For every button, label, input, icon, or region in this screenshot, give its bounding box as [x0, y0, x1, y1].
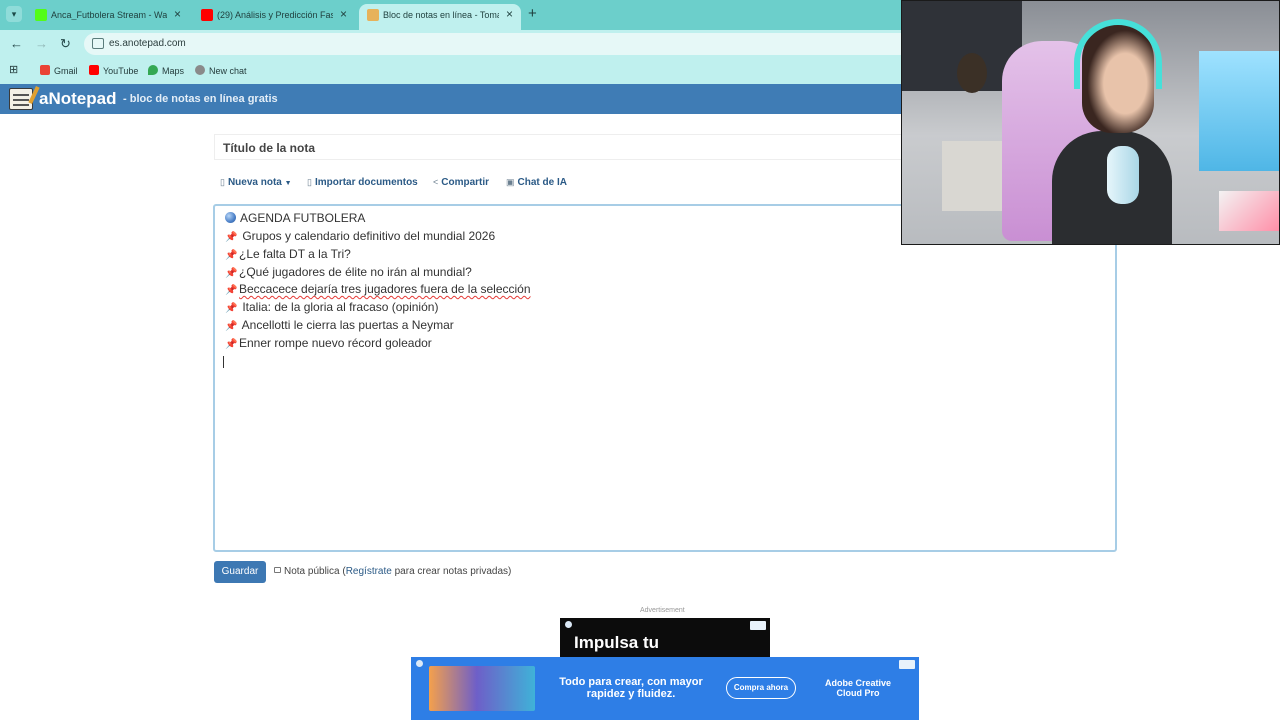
share-icon: < [433, 177, 439, 187]
site-info-icon[interactable] [92, 38, 104, 49]
webcam-figure [957, 53, 987, 93]
note-item-text: Italia: de la gloria al fracaso (opinión… [239, 300, 439, 314]
bookmark-label: YouTube [103, 66, 139, 76]
note-heading-line: AGENDA FUTBOLERA [225, 211, 365, 225]
robot-icon: ▣ [506, 177, 515, 187]
pushpin-icon: 📌 [225, 250, 238, 261]
ad-banner-small[interactable]: Impulsa tu [560, 618, 770, 658]
pushpin-icon: 📌 [225, 285, 238, 296]
tab-search-dropdown-icon[interactable]: ▾ [6, 6, 22, 22]
notepad-logo-icon[interactable] [9, 88, 33, 110]
public-note-suffix: para crear notas privadas) [391, 566, 512, 577]
pushpin-icon: 📌 [225, 303, 238, 314]
public-note-prefix: Nota pública ( [284, 566, 346, 577]
youtube-favicon-icon [201, 9, 213, 21]
note-item: 📌 ¿Le falta DT a la Tri? [225, 247, 351, 261]
advertisement-label: Advertisement [640, 607, 685, 614]
import-documents-label: Importar documentos [314, 177, 418, 188]
ad-small-text: Impulsa tu [574, 633, 660, 652]
bookmark-youtube[interactable]: YouTube [89, 65, 138, 76]
note-item-text: Ancellotti le cierra las puertas a Neyma… [239, 318, 454, 332]
chat-icon [195, 65, 205, 75]
note-item: 📌 Enner rompe nuevo récord goleador [225, 336, 432, 350]
import-documents-button[interactable]: ▯ Importar documentos [307, 177, 418, 188]
ad-image [429, 666, 535, 711]
site-brand[interactable]: aNotepad [39, 89, 116, 109]
bookmark-new-chat[interactable]: New chat [195, 65, 247, 76]
new-tab-button[interactable]: + [528, 5, 537, 22]
note-editor-textarea[interactable]: AGENDA FUTBOLERA 📌 Grupos y calendario d… [213, 204, 1117, 552]
webcam-overlay [901, 0, 1280, 245]
ai-chat-button[interactable]: ▣ Chat de IA [506, 177, 567, 188]
note-item-text: ¿Qué jugadores de élite no irán al mundi… [239, 265, 472, 279]
site-tagline: - bloc de notas en línea gratis [123, 93, 278, 105]
ai-chat-label: Chat de IA [517, 177, 567, 188]
note-item: 📌 Grupos y calendario definitivo del mun… [225, 229, 495, 243]
webcam-monitor [1199, 51, 1279, 171]
bookmark-gmail[interactable]: Gmail [40, 65, 78, 76]
new-note-dropdown[interactable]: ▯ Nueva nota ▼ [220, 177, 292, 188]
unlock-icon [274, 567, 281, 573]
maps-pin-icon [148, 65, 158, 75]
tab-close-icon[interactable]: × [174, 7, 181, 21]
ad-brand: Adobe Creative Cloud Pro [824, 678, 892, 698]
share-button[interactable]: < Compartir [433, 177, 489, 188]
note-item-text: Grupos y calendario definitivo del mundi… [239, 229, 496, 243]
reload-icon[interactable]: ↻ [60, 36, 71, 52]
new-note-label: Nueva nota [227, 177, 282, 188]
note-item: 📌 ¿Qué jugadores de élite no irán al mund… [225, 265, 472, 279]
ad-info-icon[interactable] [565, 621, 572, 628]
register-link[interactable]: Regístrate [346, 566, 392, 577]
note-item: 📌 Italia: de la gloria al fracaso (opini… [225, 300, 438, 314]
ad-info-icon[interactable] [416, 660, 423, 667]
share-label: Compartir [441, 177, 490, 188]
note-item: 📌 Ancellotti le cierra las puertas a Ney… [225, 318, 454, 332]
tab-label: (29) Análisis y Predicción Fase de [217, 10, 333, 20]
url-omnibox[interactable]: es.anotepad.com [84, 33, 984, 55]
pushpin-icon: 📌 [225, 268, 238, 279]
public-note-notice: Nota pública (Regístrate para crear nota… [274, 566, 511, 577]
youtube-icon [89, 65, 99, 75]
tab-youtube[interactable]: (29) Análisis y Predicción Fase de × [193, 4, 355, 30]
tab-label: Anca_Futbolera Stream - Watch [51, 10, 167, 20]
kick-favicon-icon [35, 9, 47, 21]
document-icon: ▯ [220, 177, 225, 187]
webcam-microphone [1107, 146, 1139, 204]
ad-choices-icon[interactable] [750, 621, 766, 630]
note-item-text: Enner rompe nuevo récord goleador [239, 336, 432, 350]
bookmark-label: Maps [162, 66, 185, 76]
bookmark-label: Gmail [54, 66, 78, 76]
globe-icon [225, 212, 236, 223]
tab-label: Bloc de notas en línea - Toma y [383, 10, 499, 20]
pushpin-icon: 📌 [225, 339, 238, 350]
text-cursor [223, 356, 224, 368]
tab-close-icon[interactable]: × [506, 7, 513, 21]
url-text: es.anotepad.com [109, 38, 186, 49]
bookmark-maps[interactable]: Maps [148, 65, 184, 76]
forward-arrow-icon[interactable]: → [35, 36, 48, 51]
webcam-keyboard [1219, 191, 1279, 231]
gmail-icon [40, 65, 50, 75]
ad-choices-icon[interactable] [899, 660, 915, 669]
note-item-text: ¿Le falta DT a la Tri? [239, 247, 351, 261]
file-icon: ▯ [307, 177, 312, 187]
ad-banner-bottom[interactable]: Todo para crear, con mayor rapidez y flu… [411, 657, 919, 720]
apps-grid-icon[interactable]: ⊞ [9, 63, 18, 76]
note-item: 📌 Beccacece dejaría tres jugadores fuera … [225, 282, 531, 296]
note-item-text: Beccacece dejaría tres jugadores fuera d… [239, 282, 531, 296]
bookmark-label: New chat [209, 66, 247, 76]
ad-buy-button[interactable]: Compra ahora [726, 677, 796, 699]
ad-bottom-text: Todo para crear, con mayor rapidez y flu… [559, 676, 703, 700]
pushpin-icon: 📌 [225, 321, 238, 332]
pushpin-icon: 📌 [225, 232, 238, 243]
note-heading: AGENDA FUTBOLERA [240, 211, 366, 225]
caret-down-icon: ▼ [284, 180, 292, 187]
tab-close-icon[interactable]: × [340, 7, 347, 21]
notepad-favicon-icon [367, 9, 379, 21]
tab-anotepad-active[interactable]: Bloc de notas en línea - Toma y × [359, 4, 521, 30]
back-arrow-icon[interactable]: ← [10, 36, 23, 51]
tab-kick-stream[interactable]: Anca_Futbolera Stream - Watch × [27, 4, 189, 30]
save-button[interactable]: Guardar [214, 561, 266, 583]
